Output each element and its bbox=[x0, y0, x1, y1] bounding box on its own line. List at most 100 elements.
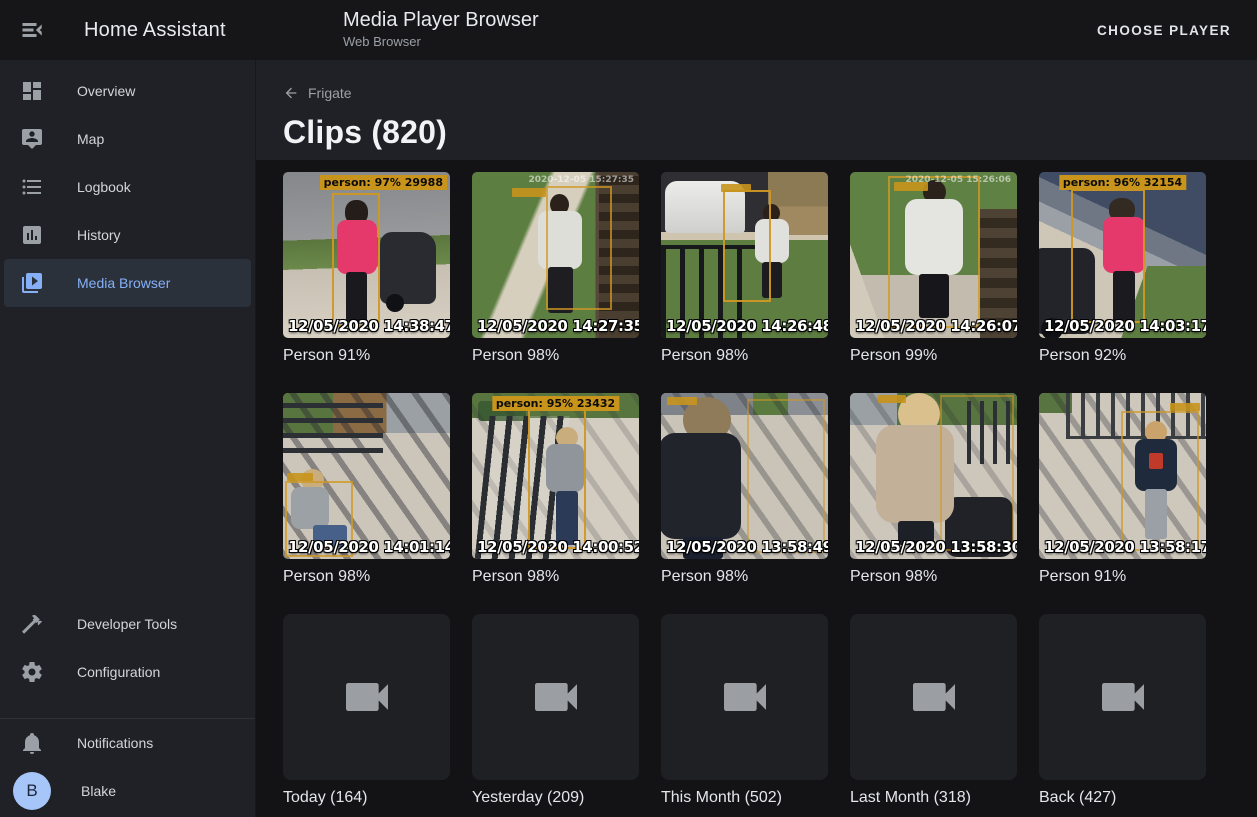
camera-osd-timestamp: 2020-12-05 15:27:35 bbox=[529, 175, 634, 185]
clip-thumbnail: 12/05/2020 13:58:17 bbox=[1039, 393, 1206, 559]
clip-caption: Person 91% bbox=[283, 346, 450, 366]
sidebar-item-overview[interactable]: Overview bbox=[4, 67, 251, 115]
detection-bounding-box bbox=[332, 193, 380, 327]
clip-caption: Person 98% bbox=[472, 346, 639, 366]
folder-tile bbox=[1039, 614, 1206, 780]
detection-label-small bbox=[721, 184, 751, 192]
sidebar-bottom: Notifications B Blake bbox=[0, 719, 255, 817]
clip-caption: Person 98% bbox=[283, 567, 450, 587]
folder-label: This Month (502) bbox=[661, 788, 828, 808]
clip-cell[interactable]: person: 95% 23432 12/05/2020 14:00:52 Pers… bbox=[472, 393, 639, 587]
detection-label-small bbox=[667, 397, 697, 405]
detection-bounding-box bbox=[546, 186, 612, 310]
sidebar-item-logbook[interactable]: Logbook bbox=[4, 163, 251, 211]
folder-label: Back (427) bbox=[1039, 788, 1206, 808]
detection-label-small bbox=[512, 188, 546, 197]
breadcrumb[interactable]: Frigate bbox=[283, 85, 352, 101]
clip-thumbnail: person: 96% 3215412/05/2020 14:03:17 bbox=[1039, 172, 1206, 338]
folder-cell[interactable]: Last Month (318) bbox=[850, 614, 1017, 808]
clip-caption: Person 91% bbox=[1039, 567, 1206, 587]
media-browser-icon bbox=[20, 271, 44, 295]
sidebar-item-label: History bbox=[77, 227, 121, 243]
timestamp-overlay: 12/05/2020 14:38:47 bbox=[288, 317, 450, 335]
sidebar-item-user[interactable]: B Blake bbox=[4, 767, 251, 815]
clip-cell[interactable]: 12/05/2020 14:26:48Person 98% bbox=[661, 172, 828, 366]
clip-caption: Person 98% bbox=[661, 346, 828, 366]
sidebar-item-map[interactable]: Map bbox=[4, 115, 251, 163]
sidebar-item-notifications[interactable]: Notifications bbox=[4, 719, 251, 767]
clip-cell[interactable]: 12/05/2020 14:01:14 Person 98% bbox=[283, 393, 450, 587]
panel-subtitle: Web Browser bbox=[343, 34, 539, 49]
dashboard-icon bbox=[20, 79, 44, 103]
chart-icon bbox=[20, 223, 44, 247]
timestamp-overlay: 12/05/2020 14:26:07 bbox=[855, 317, 1017, 335]
folder-cell[interactable]: Today (164) bbox=[283, 614, 450, 808]
sidebar-item-label: Developer Tools bbox=[77, 616, 177, 632]
main-content: Frigate Clips (820) person: 97% 2998812/… bbox=[256, 60, 1257, 817]
clip-cell[interactable]: 12/05/2020 13:58:30 Person 98% bbox=[850, 393, 1017, 587]
folder-tile bbox=[472, 614, 639, 780]
detection-bounding-box bbox=[747, 399, 825, 553]
sidebar-item-developer-tools[interactable]: Developer Tools bbox=[4, 600, 251, 648]
sidebar-item-media-browser[interactable]: Media Browser bbox=[4, 259, 251, 307]
sidebar-toggle-button[interactable] bbox=[8, 6, 56, 54]
clip-caption: Person 98% bbox=[661, 567, 828, 587]
page-title: Clips (820) bbox=[283, 114, 1233, 151]
clip-cell[interactable]: person: 96% 3215412/05/2020 14:03:17Pers… bbox=[1039, 172, 1206, 366]
folder-cell[interactable]: This Month (502) bbox=[661, 614, 828, 808]
panel-title-block: Media Player Browser Web Browser bbox=[343, 9, 539, 49]
scene-prop bbox=[380, 232, 436, 304]
detection-label-small bbox=[1170, 403, 1200, 411]
video-camera-icon bbox=[1095, 669, 1151, 725]
sidebar-item-configuration[interactable]: Configuration bbox=[4, 648, 251, 696]
timestamp-overlay: 12/05/2020 14:00:52 bbox=[477, 538, 639, 556]
camera-osd-timestamp: 2020-12-05 15:26:06 bbox=[906, 175, 1011, 185]
detection-label: person: 96% 32154 bbox=[1059, 175, 1186, 190]
clip-thumbnail: 12/05/2020 14:01:14 bbox=[283, 393, 450, 559]
choose-player-button[interactable]: CHOOSE PLAYER bbox=[1091, 15, 1237, 46]
video-camera-icon bbox=[717, 669, 773, 725]
clip-cell[interactable]: 2020-12-05 15:27:3512/05/2020 14:27:35 Pe… bbox=[472, 172, 639, 366]
clip-cell[interactable]: 12/05/2020 13:58:49 Person 98% bbox=[661, 393, 828, 587]
user-name-label: Blake bbox=[81, 783, 116, 799]
video-camera-icon bbox=[528, 669, 584, 725]
cog-icon bbox=[20, 660, 44, 684]
sidebar-spacer bbox=[0, 307, 255, 600]
sidebar-item-label: Media Browser bbox=[77, 275, 170, 291]
clip-caption: Person 98% bbox=[850, 567, 1017, 587]
clip-caption: Person 98% bbox=[472, 567, 639, 587]
app-title: Home Assistant bbox=[84, 19, 226, 42]
backburger-menu-icon bbox=[20, 18, 44, 42]
detection-label-small bbox=[287, 473, 313, 481]
clip-cell[interactable]: 2020-12-05 15:26:06 12/05/2020 14:26:07 Pe… bbox=[850, 172, 1017, 366]
folder-cell[interactable]: Back (427) bbox=[1039, 614, 1206, 808]
folder-cell[interactable]: Yesterday (209) bbox=[472, 614, 639, 808]
video-camera-icon bbox=[339, 669, 395, 725]
breadcrumb-label: Frigate bbox=[308, 85, 352, 101]
folder-tile bbox=[283, 614, 450, 780]
app-bar: Home Assistant Media Player Browser Web … bbox=[0, 0, 1257, 60]
detection-bounding-box bbox=[1121, 411, 1199, 551]
folder-tile bbox=[850, 614, 1017, 780]
content-header: Frigate Clips (820) bbox=[256, 60, 1257, 160]
arrow-left-icon bbox=[283, 85, 299, 101]
sidebar-footer-items: Developer Tools Configuration bbox=[0, 600, 255, 718]
list-icon bbox=[20, 175, 44, 199]
sidebar-item-label: Configuration bbox=[77, 664, 160, 680]
detection-bounding-box bbox=[888, 176, 980, 328]
clip-caption: Person 99% bbox=[850, 346, 1017, 366]
clip-cell[interactable]: person: 97% 2998812/05/2020 14:38:47Pers… bbox=[283, 172, 450, 366]
sidebar-item-label: Logbook bbox=[77, 179, 131, 195]
sidebar-item-history[interactable]: History bbox=[4, 211, 251, 259]
detection-bounding-box bbox=[723, 190, 771, 302]
timestamp-overlay: 12/05/2020 13:58:49 bbox=[666, 538, 828, 556]
folder-label: Yesterday (209) bbox=[472, 788, 639, 808]
clip-thumbnail: 2020-12-05 15:27:3512/05/2020 14:27:35 bbox=[472, 172, 639, 338]
detection-bounding-box bbox=[940, 395, 1014, 551]
detection-label: person: 95% 23432 bbox=[492, 396, 619, 411]
clip-thumbnail: 12/05/2020 13:58:30 bbox=[850, 393, 1017, 559]
folder-label: Today (164) bbox=[283, 788, 450, 808]
clip-cell[interactable]: 12/05/2020 13:58:17 Person 91% bbox=[1039, 393, 1206, 587]
bell-icon bbox=[20, 731, 44, 755]
sidebar-item-label: Overview bbox=[77, 83, 135, 99]
